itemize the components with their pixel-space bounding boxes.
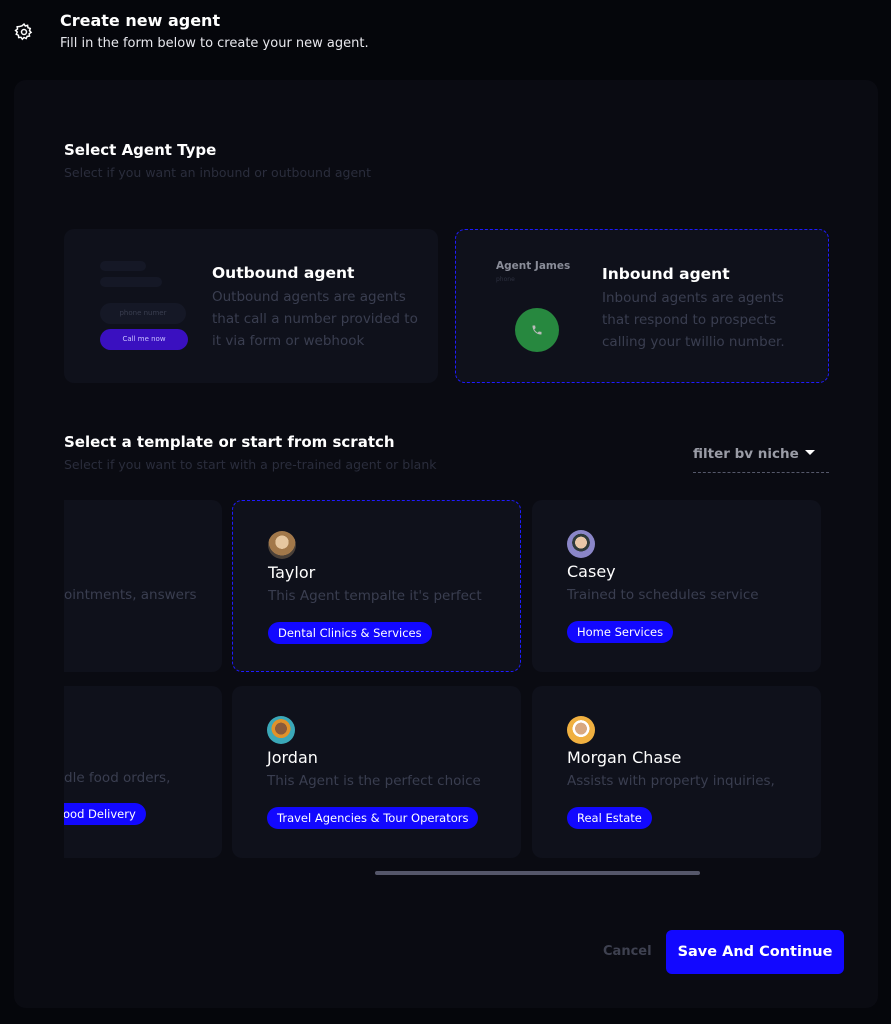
- template-name: Casey: [567, 562, 616, 581]
- template-name: Jordan: [267, 748, 318, 767]
- save-and-continue-button[interactable]: Save And Continue: [666, 930, 844, 974]
- template-card-morgan-chase[interactable]: Morgan Chase Assists with property inqui…: [532, 686, 821, 858]
- inbound-agent-card[interactable]: Agent James phone Inbound agent Inbound …: [455, 229, 829, 383]
- template-tag: Real Estate: [567, 807, 652, 829]
- template-tag: Dental Clinics & Services: [268, 622, 432, 644]
- template-description: Trained to schedules service: [567, 587, 759, 603]
- template-tag: Home Services: [567, 621, 674, 643]
- filter-niche-dropdown[interactable]: filter bv niche: [693, 443, 829, 473]
- template-name: Morgan Chase: [567, 748, 682, 767]
- preview-call-button: Call me now: [100, 329, 188, 350]
- preview-agent-name: Agent James: [496, 260, 571, 272]
- carousel-scrollbar[interactable]: [375, 871, 700, 875]
- avatar: [567, 716, 595, 744]
- templates-title: Select a template or start from scratch: [64, 433, 395, 451]
- phone-icon: [515, 308, 559, 352]
- outbound-title: Outbound agent: [212, 264, 355, 282]
- page-title: Create new agent: [60, 11, 221, 30]
- agent-type-subtitle: Select if you want an inbound or outboun…: [64, 165, 371, 180]
- template-card[interactable]: dle food orders, ood Delivery: [64, 686, 222, 858]
- template-description: Assists with property inquiries,: [567, 773, 775, 789]
- avatar: [567, 530, 595, 558]
- gear-icon: [14, 22, 33, 41]
- template-card-casey[interactable]: Casey Trained to schedules service Home …: [532, 500, 821, 672]
- template-carousel: ointments, answers dle food orders, ood …: [64, 500, 830, 860]
- cancel-button[interactable]: Cancel: [603, 944, 652, 959]
- preview-line: [100, 277, 162, 287]
- preview-phone-input: phone numer: [100, 303, 186, 324]
- template-description: ointments, answers: [64, 587, 197, 603]
- agent-type-title: Select Agent Type: [64, 141, 217, 159]
- template-tag: Travel Agencies & Tour Operators: [267, 807, 479, 829]
- template-card-jordan[interactable]: Jordan This Agent is the perfect choice …: [232, 686, 521, 858]
- caret-down-icon: [805, 450, 815, 455]
- inbound-title: Inbound agent: [602, 265, 730, 283]
- template-description: dle food orders,: [64, 770, 171, 786]
- template-description: This Agent is the perfect choice: [267, 773, 481, 789]
- preview-agent-label: phone: [496, 276, 515, 283]
- avatar: [268, 531, 296, 559]
- template-description: This Agent tempalte it's perfect: [268, 588, 482, 604]
- outbound-description: Outbound agents are agents that call a n…: [212, 289, 418, 349]
- template-name: Taylor: [268, 563, 316, 582]
- template-card[interactable]: ointments, answers: [64, 500, 222, 672]
- inbound-description: Inbound agents are agents that respond t…: [602, 290, 785, 350]
- filter-label: filter bv niche: [693, 446, 799, 462]
- page-subtitle: Fill in the form below to create your ne…: [60, 36, 369, 51]
- templates-subtitle: Select if you want to start with a pre-t…: [64, 457, 437, 472]
- avatar: [267, 716, 295, 744]
- preview-line: [100, 261, 146, 271]
- template-card-taylor[interactable]: Taylor This Agent tempalte it's perfect …: [232, 500, 521, 672]
- outbound-agent-card[interactable]: phone numer Call me now Outbound agent O…: [64, 229, 438, 383]
- template-tag: ood Delivery: [64, 803, 146, 825]
